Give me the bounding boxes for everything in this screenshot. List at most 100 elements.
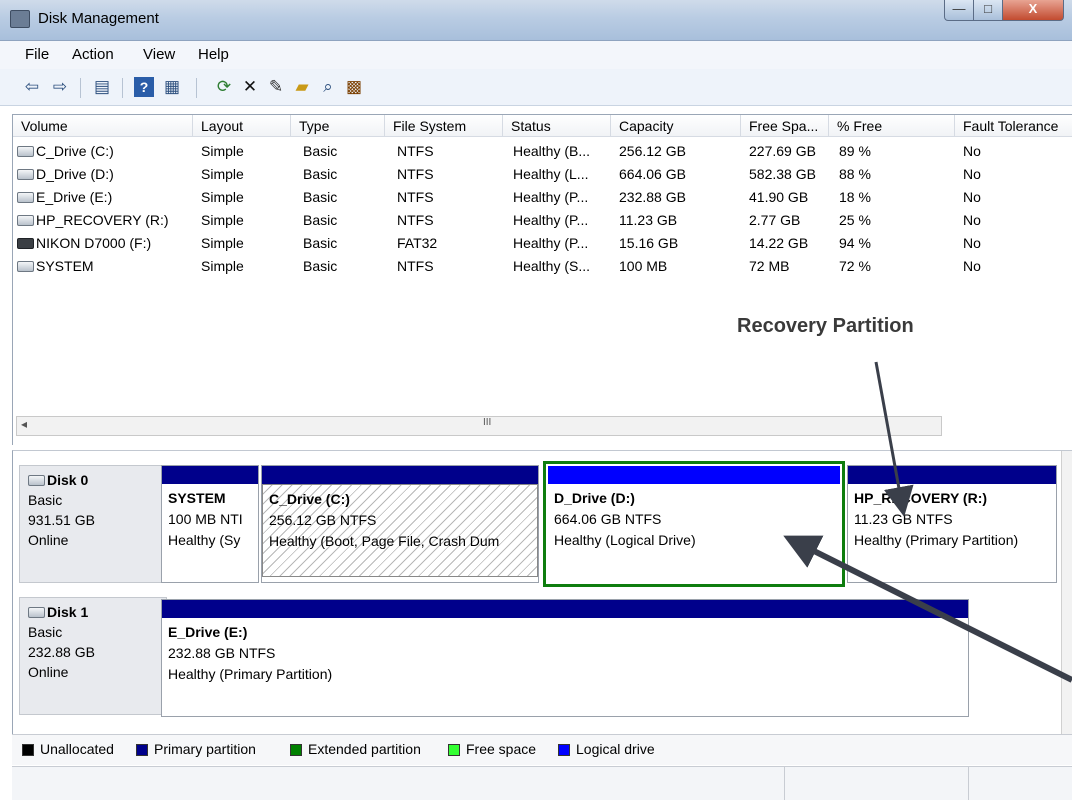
disk-graphical-view: Disk 0 Basic 931.51 GB Online SYSTEM 100… [12,450,1072,735]
back-icon[interactable]: ⇦ [22,77,42,97]
partition-system[interactable]: SYSTEM 100 MB NTI Healthy (Sy [161,465,259,583]
drive-icon [17,191,34,203]
wizard-icon[interactable]: ▩ [344,77,364,97]
partition-d-drive[interactable]: D_Drive (D:) 664.06 GB NTFS Healthy (Log… [543,461,845,587]
cell-file-system: NTFS [397,258,434,274]
menu-help[interactable]: Help [198,46,229,63]
primary-partition-bar [848,466,1056,484]
disk-1-size: 232.88 GB [28,644,95,660]
volume-name: C_Drive (C:) [36,143,114,159]
cell-type: Basic [303,166,338,182]
volume-name: SYSTEM [36,258,94,274]
cell-percent-free: 88 % [839,166,871,182]
cell-volume: E_Drive (E:) [17,186,112,209]
cell-volume: HP_RECOVERY (R:) [17,209,169,232]
cell-type: Basic [303,212,338,228]
horizontal-scrollbar[interactable]: ◂ III [16,416,942,436]
partition-name: C_Drive (C:) [269,491,350,507]
menu-action[interactable]: Action [72,46,114,63]
cell-fault-tolerance: No [963,212,981,228]
disk-icon [28,474,45,486]
partition-status: Healthy (Primary Partition) [854,532,1019,548]
forward-icon[interactable]: ⇨ [50,77,70,97]
table-row[interactable]: HP_RECOVERY (R:) Simple Basic NTFS Healthy (… [13,209,1072,232]
column-header-percent-free[interactable]: % Free [829,115,955,137]
vertical-scrollbar[interactable] [1061,451,1072,735]
cell-type: Basic [303,235,338,251]
recovery-partition-annotation: Recovery Partition [737,315,914,337]
toolbar-separator [196,78,197,98]
column-header-free-space[interactable]: Free Spa... [741,115,829,137]
cell-fault-tolerance: No [963,189,981,205]
legend-label: Unallocated [40,741,114,757]
partition-status: Healthy (Logical Drive) [554,532,696,548]
partition-size: 100 MB NTI [168,511,243,527]
cell-free-space: 72 MB [749,258,790,274]
minimize-button[interactable]: — [944,0,974,21]
legend-label: Free space [466,741,537,757]
partition-e-drive[interactable]: E_Drive (E:) 232.88 GB NTFS Healthy (Pri… [161,599,969,717]
partition-name: SYSTEM [168,490,226,506]
toolbar-separator [122,78,123,98]
legend-swatch [558,744,570,756]
search-icon[interactable]: ⌕ [318,77,338,97]
cell-capacity: 664.06 GB [619,166,686,182]
maximize-button[interactable]: □ [973,0,1003,21]
table-row[interactable]: C_Drive (C:) Simple Basic NTFS Healthy (B...… [13,140,1072,163]
partition-c-drive[interactable]: C_Drive (C:) 256.12 GB NTFS Healthy (Boo… [261,465,539,583]
volume-name: NIKON D7000 (F:) [36,235,152,251]
menu-file[interactable]: File [25,46,49,63]
list-view-icon[interactable]: ▦ [162,77,182,97]
table-row[interactable]: E_Drive (E:) Simple Basic NTFS Healthy (P...… [13,186,1072,209]
cell-capacity: 232.88 GB [619,189,686,205]
partition-size: 11.23 GB NTFS [854,511,953,527]
menu-bar: File Action View Help [0,41,1072,69]
primary-partition-bar [162,466,258,484]
properties-view-icon[interactable]: ▤ [92,77,112,97]
refresh-icon[interactable]: ⟳ [214,77,234,97]
cell-free-space: 2.77 GB [749,212,801,228]
volume-name: E_Drive (E:) [36,189,113,205]
cell-volume: SYSTEM [17,255,94,278]
column-header-status[interactable]: Status [503,115,611,137]
primary-partition-bar [262,466,538,484]
cell-status: Healthy (S... [513,258,591,274]
properties-icon[interactable]: ✎ [266,77,286,97]
table-row[interactable]: NIKON D7000 (F:) Simple Basic FAT32 Healthy … [13,232,1072,255]
cell-percent-free: 89 % [839,143,871,159]
disk-0-type: Basic [28,492,63,508]
delete-icon[interactable]: ✕ [240,77,260,97]
disk-0-label[interactable]: Disk 0 Basic 931.51 GB Online [19,465,167,583]
disk-0-size: 931.51 GB [28,512,95,528]
help-icon[interactable]: ? [134,77,154,97]
cell-fault-tolerance: No [963,143,981,159]
column-header-fault-tolerance[interactable]: Fault Tolerance [955,115,1072,137]
logical-drive-bar [548,466,840,484]
scroll-left-arrow-icon[interactable]: ◂ [21,417,27,431]
legend-swatch [22,744,34,756]
open-icon[interactable]: ▰ [292,77,312,97]
table-row[interactable]: D_Drive (D:) Simple Basic NTFS Healthy (L...… [13,163,1072,186]
cell-file-system: NTFS [397,212,434,228]
partition-name: E_Drive (E:) [168,624,248,640]
legend-swatch [448,744,460,756]
partition-hp-recovery[interactable]: HP_RECOVERY (R:) 11.23 GB NTFS Healthy (… [847,465,1057,583]
disk-1-label[interactable]: Disk 1 Basic 232.88 GB Online [19,597,167,715]
column-header-volume[interactable]: Volume [13,115,193,137]
cell-type: Basic [303,143,338,159]
column-header-type[interactable]: Type [291,115,385,137]
column-header-layout[interactable]: Layout [193,115,291,137]
table-row[interactable]: SYSTEM Simple Basic NTFS Healthy (S... 100 MB… [13,255,1072,278]
column-header-capacity[interactable]: Capacity [611,115,741,137]
cell-file-system: NTFS [397,143,434,159]
drive-icon [17,214,34,226]
cell-layout: Simple [201,143,244,159]
removable-drive-icon [17,237,34,249]
column-header-file-system[interactable]: File System [385,115,503,137]
menu-view[interactable]: View [143,46,175,63]
close-button[interactable]: X [1002,0,1064,21]
legend-swatch [136,744,148,756]
cell-file-system: NTFS [397,166,434,182]
scroll-grip[interactable]: III [483,417,491,428]
legend-label: Extended partition [308,741,421,757]
